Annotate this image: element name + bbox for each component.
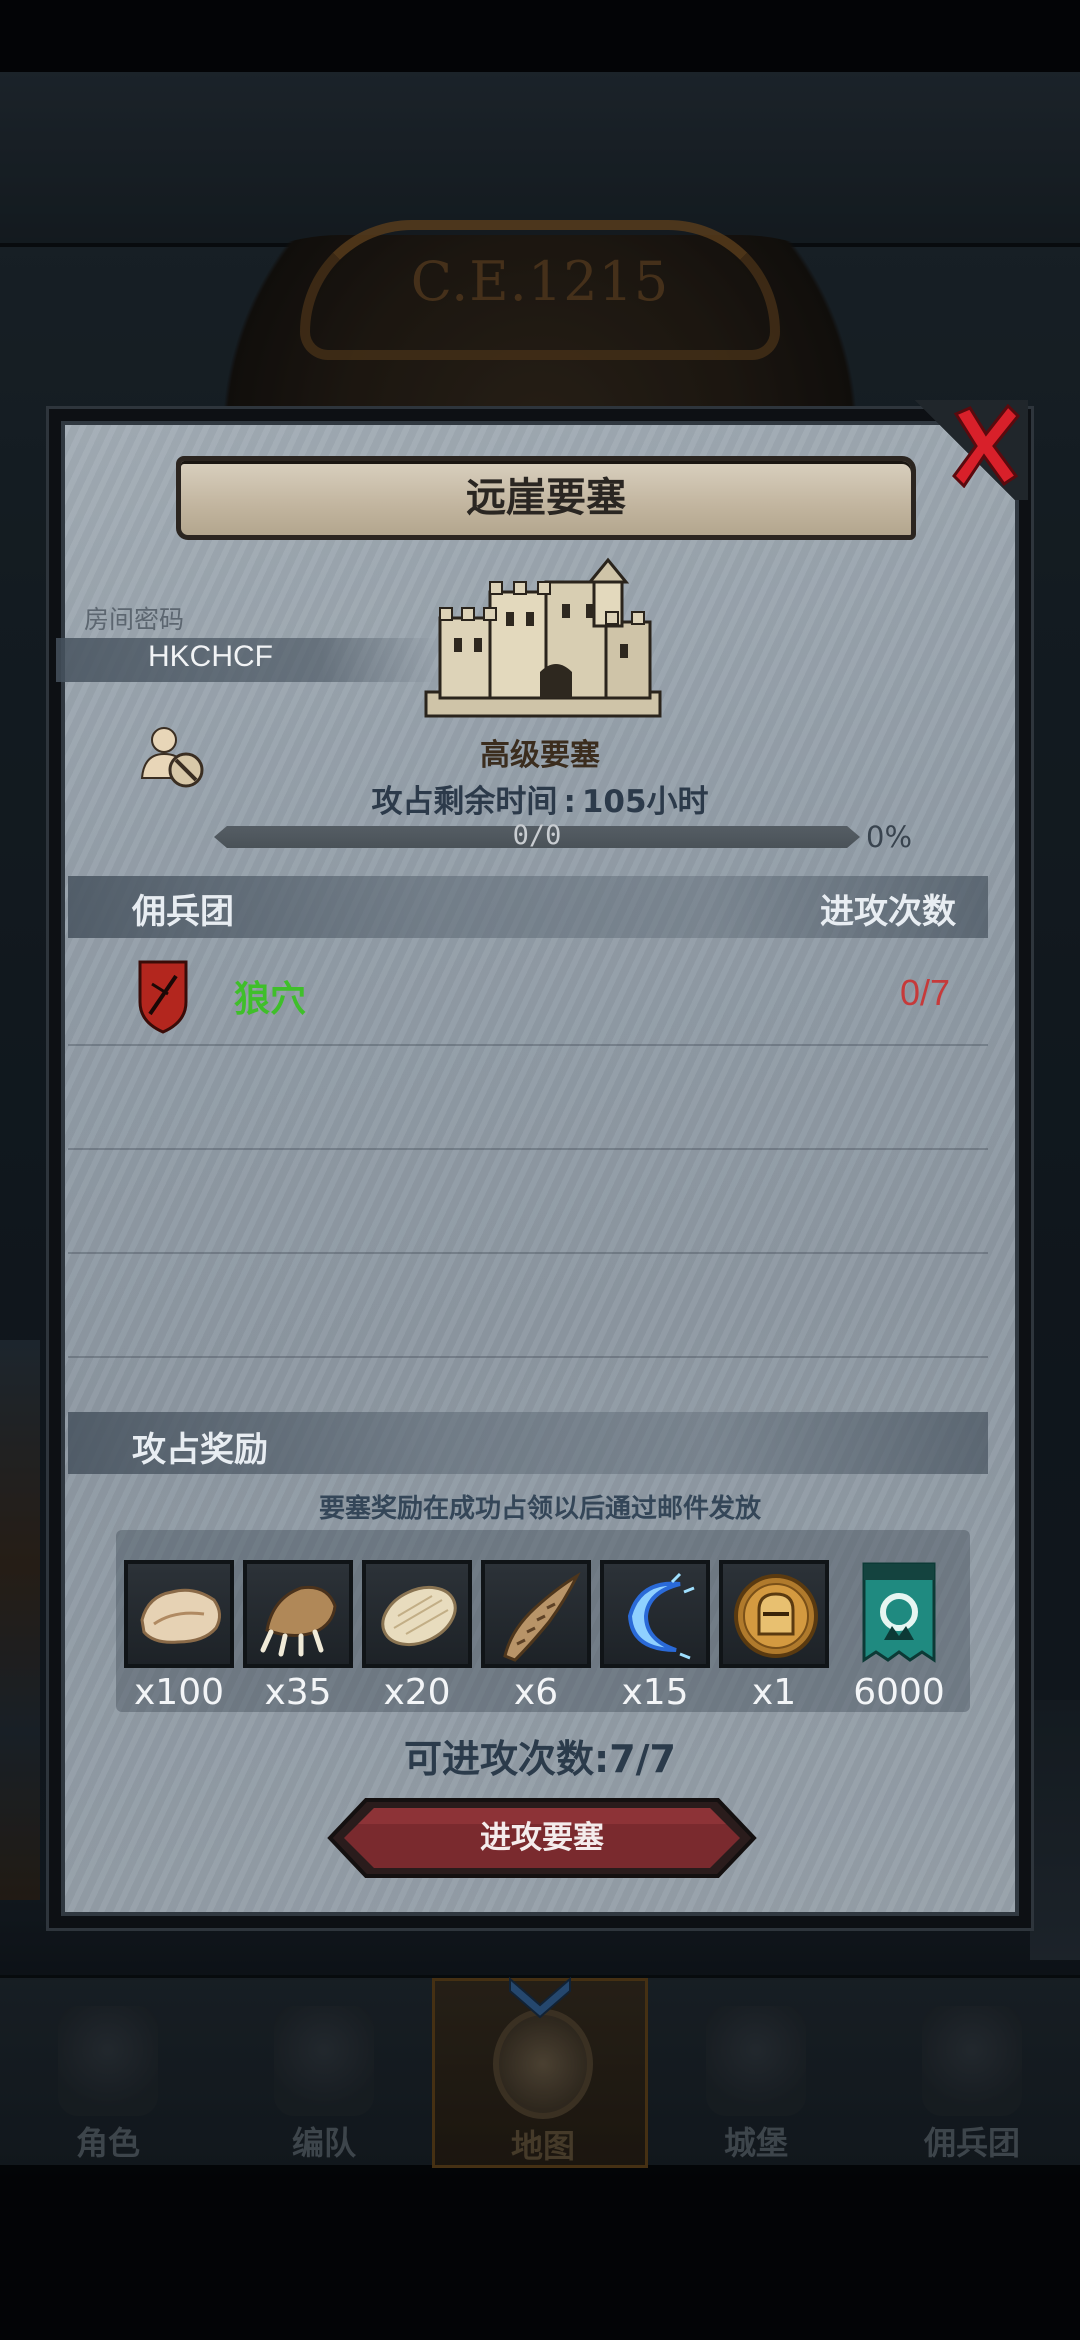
attack-button-label: 进攻要塞 [480,1820,604,1856]
mercenary-row-empty [68,1254,988,1358]
room-code-value: HKCHCF [148,640,273,673]
reward-count: 6000 [853,1672,945,1713]
attack-fortress-button[interactable]: 进攻要塞 [326,1796,758,1880]
hide-leather-icon [381,1585,457,1647]
fortress-icon [424,557,662,718]
siege-time-separator: : [563,784,576,820]
reward-note: 要塞奖励在成功占领以后通过邮件发放 [318,1494,761,1524]
attempts-value: 7/7 [609,1737,676,1781]
fur-pelt-icon [140,1588,221,1644]
reward-item[interactable]: 6000 [844,1560,954,1713]
knight-helmet-medal-icon [734,1574,818,1658]
reward-slot [481,1560,591,1668]
reward-item[interactable]: x20 [362,1560,472,1713]
room-code-label: 房间密码 [84,605,185,634]
guild-shield-icon [138,960,188,1034]
close-button[interactable] [910,400,1028,500]
reward-item[interactable]: x100 [124,1560,234,1713]
siege-time-label: 攻占剩余时间 [371,784,558,820]
reward-slot [243,1560,353,1668]
reward-item[interactable]: x35 [243,1560,353,1713]
fortress-grade: 高级要塞 [480,738,600,773]
reward-slot [600,1560,710,1668]
guild-banner-icon [862,1562,936,1663]
reward-slot [719,1560,829,1668]
reward-item[interactable]: x1 [719,1560,829,1713]
mercenary-row-empty [68,1150,988,1254]
reward-slot [362,1560,472,1668]
title-banner: 远崖要塞 [176,456,916,540]
siege-progress-text: 0/0 [512,820,562,851]
horn-icon [503,1572,581,1662]
mercenary-row-empty [68,1046,988,1150]
mercenary-column-header: 佣兵团 [132,892,234,932]
reward-item[interactable]: x6 [481,1560,591,1713]
attack-count-column-header: 进攻次数 [820,892,956,932]
crescent-essence-icon [627,1572,695,1660]
attempts-separator: : [594,1737,610,1781]
dialog-title: 远崖要塞 [466,475,626,521]
available-attempts: 可进攻次数:7/7 [0,1728,1080,1783]
mercenary-attack-count: 0/7 [900,972,951,1013]
mercenary-row[interactable]: 狼穴 0/7 [68,942,988,1046]
mercenary-name: 狼穴 [234,979,307,1020]
siege-time-remaining: 攻占剩余时间:105小时 [0,776,1080,821]
reward-item[interactable]: x15 [600,1560,710,1713]
siege-time-value: 105小时 [581,784,709,820]
siege-progress-percent: 0% [866,820,913,854]
reward-slot [124,1560,234,1668]
attempts-label: 可进攻次数 [404,1737,595,1781]
reward-section-title: 攻占奖励 [132,1430,268,1470]
close-icon [952,404,1021,488]
beast-claw-icon [260,1585,337,1657]
